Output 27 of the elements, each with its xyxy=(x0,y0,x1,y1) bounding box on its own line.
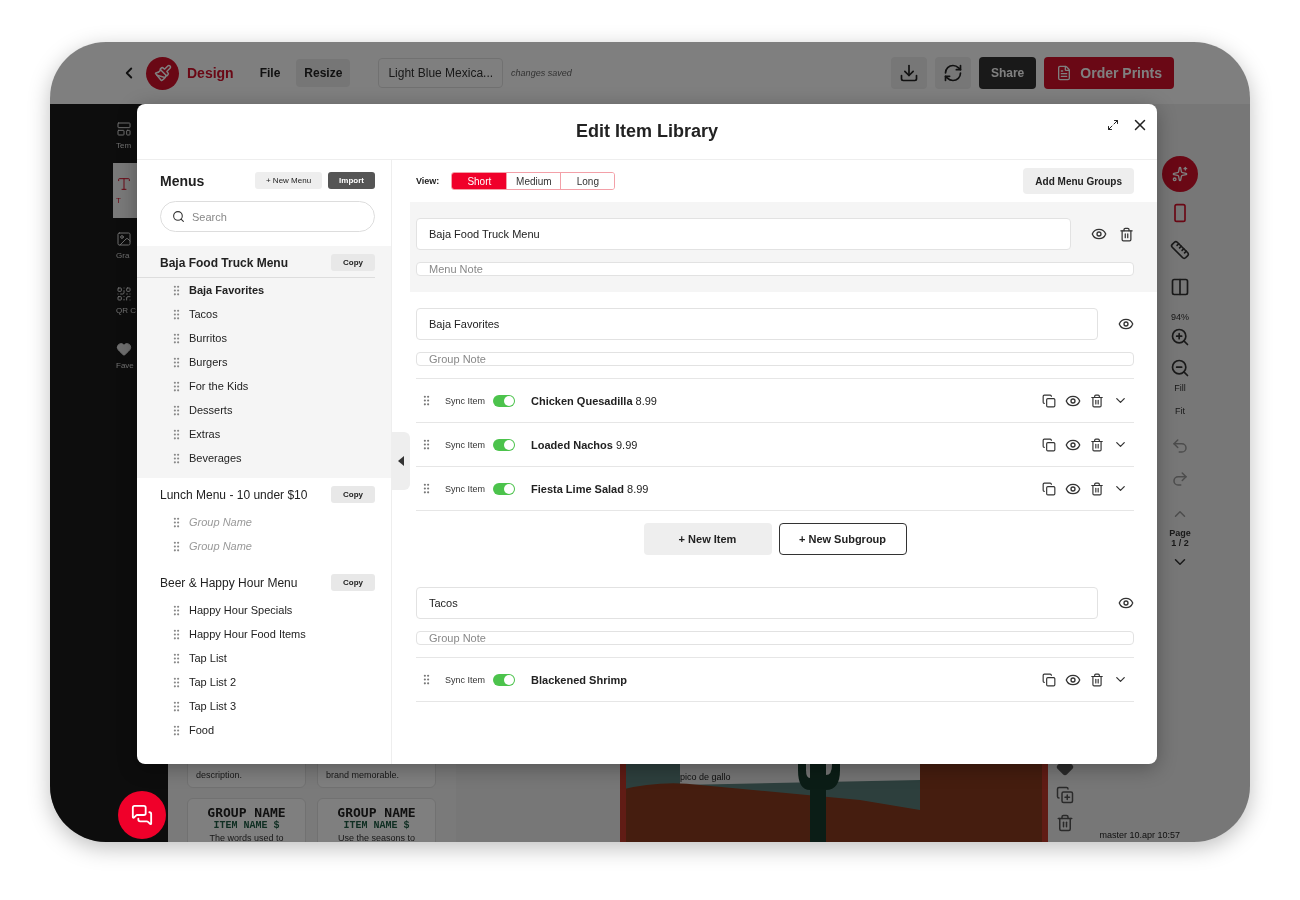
sync-label: Sync Item xyxy=(445,395,485,406)
card-item-name: ITEM NAME $ xyxy=(213,820,280,831)
sync-label: Sync Item xyxy=(445,483,485,494)
view-label: View: xyxy=(416,176,440,186)
version-label: master 10.apr 10:57 xyxy=(1099,830,1180,840)
menu-name: Beer & Happy Hour Menu xyxy=(160,575,298,590)
card-title: GROUP NAME xyxy=(207,805,286,820)
menu-name: Baja Food Truck Menu xyxy=(160,255,288,270)
page-count: 1 / 2 xyxy=(1171,538,1189,548)
card-title: GROUP NAME xyxy=(337,805,416,820)
item-name: Fiesta Lime Salad 8.99 xyxy=(531,482,650,495)
canvas-text: pico de gallo xyxy=(680,772,731,782)
sync-label: Sync Item xyxy=(445,674,485,685)
sync-label: Sync Item xyxy=(445,439,485,450)
item-name: Blackened Shrimp xyxy=(531,673,628,686)
menu-name: Lunch Menu - 10 under $10 xyxy=(160,487,308,502)
dialog-title: Edit Item Library xyxy=(576,121,718,142)
page-label: Page xyxy=(1169,528,1191,538)
save-status: changes saved xyxy=(511,68,572,78)
sidebar-title: Menus xyxy=(160,172,206,189)
item-name: Chicken Quesadilla 8.99 xyxy=(531,394,658,407)
item-name: Loaded Nachos 9.99 xyxy=(531,438,639,451)
app-title: Design xyxy=(187,65,234,81)
card-text: The words used to xyxy=(209,833,284,842)
card-text: Use the seasons to xyxy=(337,833,415,842)
zoom-level: 94% xyxy=(1171,312,1189,322)
card-item-name: ITEM NAME $ xyxy=(343,820,410,831)
